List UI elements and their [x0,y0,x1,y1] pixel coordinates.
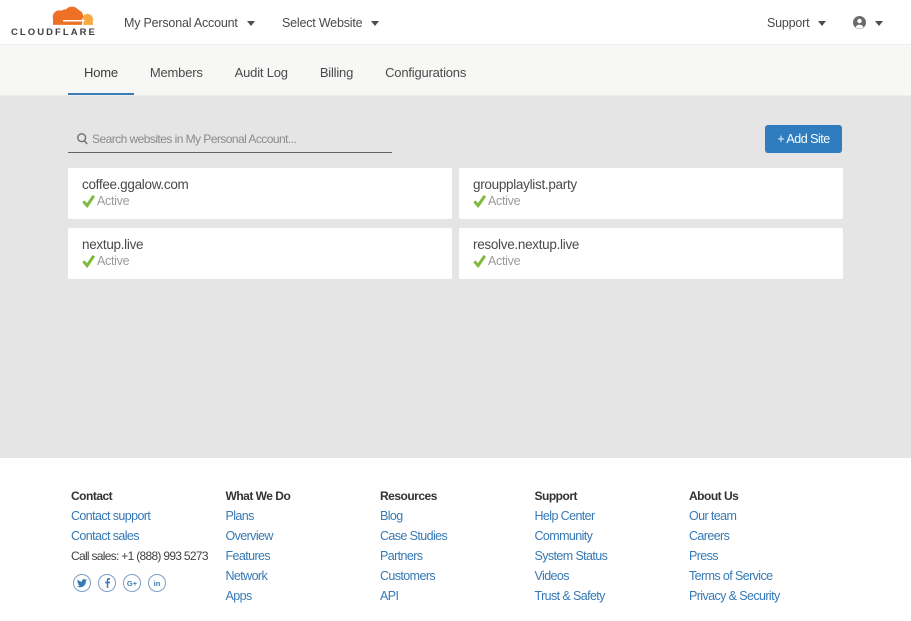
svg-text:CLOUDFLARE: CLOUDFLARE [11,27,97,38]
